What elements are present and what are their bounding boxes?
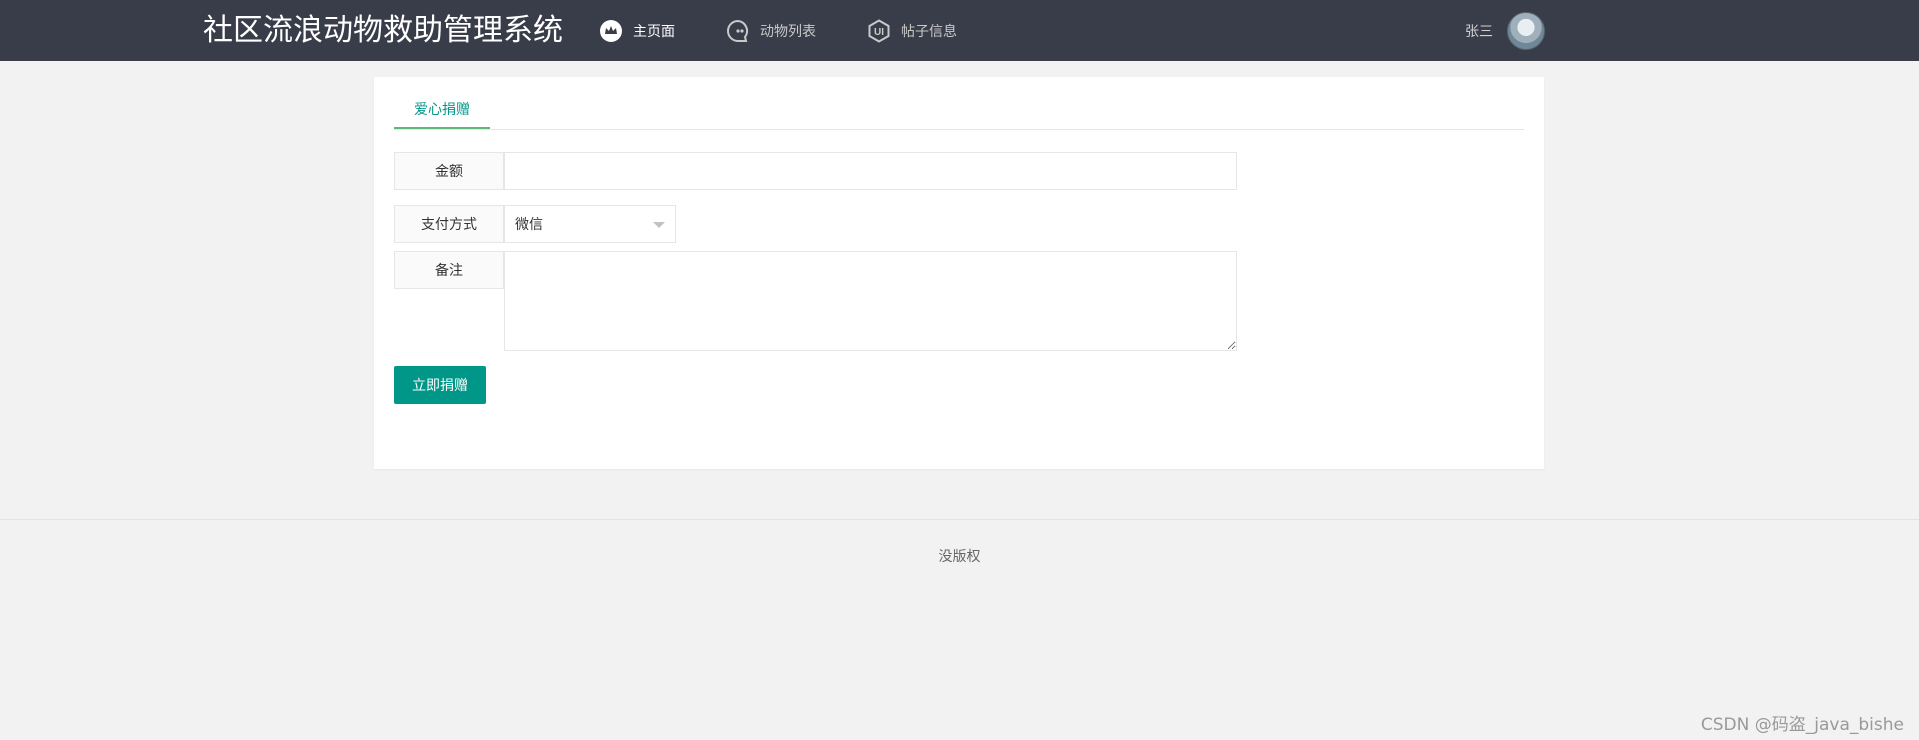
payment-method-label: 支付方式 <box>394 205 504 243</box>
nav-item-posts[interactable]: UI 帖子信息 <box>867 18 957 43</box>
dropdown-caret-icon <box>653 222 665 228</box>
tab-bar: 爱心捐赠 <box>394 91 1524 130</box>
amount-input[interactable] <box>504 152 1237 190</box>
top-navbar: 社区流浪动物救助管理系统 主页面 动物列表 UI 帖子信息 张三 <box>0 0 1919 61</box>
nav-label: 帖子信息 <box>901 23 957 40</box>
donate-now-button[interactable]: 立即捐赠 <box>394 366 486 404</box>
nav-label: 动物列表 <box>760 23 816 40</box>
nav-item-home[interactable]: 主页面 <box>599 18 675 43</box>
note-textarea[interactable] <box>504 251 1237 351</box>
crown-icon <box>599 19 623 43</box>
payment-method-select[interactable]: 微信 <box>504 205 676 243</box>
chat-bubble-icon <box>726 19 750 43</box>
avatar[interactable] <box>1507 12 1545 50</box>
payment-method-value: 微信 <box>515 217 543 233</box>
nav-label: 主页面 <box>633 23 675 40</box>
footer-divider <box>0 519 1919 520</box>
amount-label: 金额 <box>394 152 504 190</box>
watermark: CSDN @码盗_java_bishe <box>1700 715 1904 735</box>
user-menu[interactable]: 张三 <box>1465 12 1545 50</box>
tab-donation[interactable]: 爱心捐赠 <box>394 91 490 129</box>
donation-card: 爱心捐赠 金额 支付方式 微信 备注 立即捐赠 <box>374 77 1544 469</box>
ui-hexagon-icon: UI <box>867 18 891 43</box>
app-title: 社区流浪动物救助管理系统 <box>203 13 563 48</box>
note-label: 备注 <box>394 251 504 289</box>
svg-text:UI: UI <box>874 27 884 38</box>
footer-copyright: 没版权 <box>938 549 981 565</box>
username: 张三 <box>1465 24 1493 40</box>
nav-item-animal-list[interactable]: 动物列表 <box>726 18 816 43</box>
